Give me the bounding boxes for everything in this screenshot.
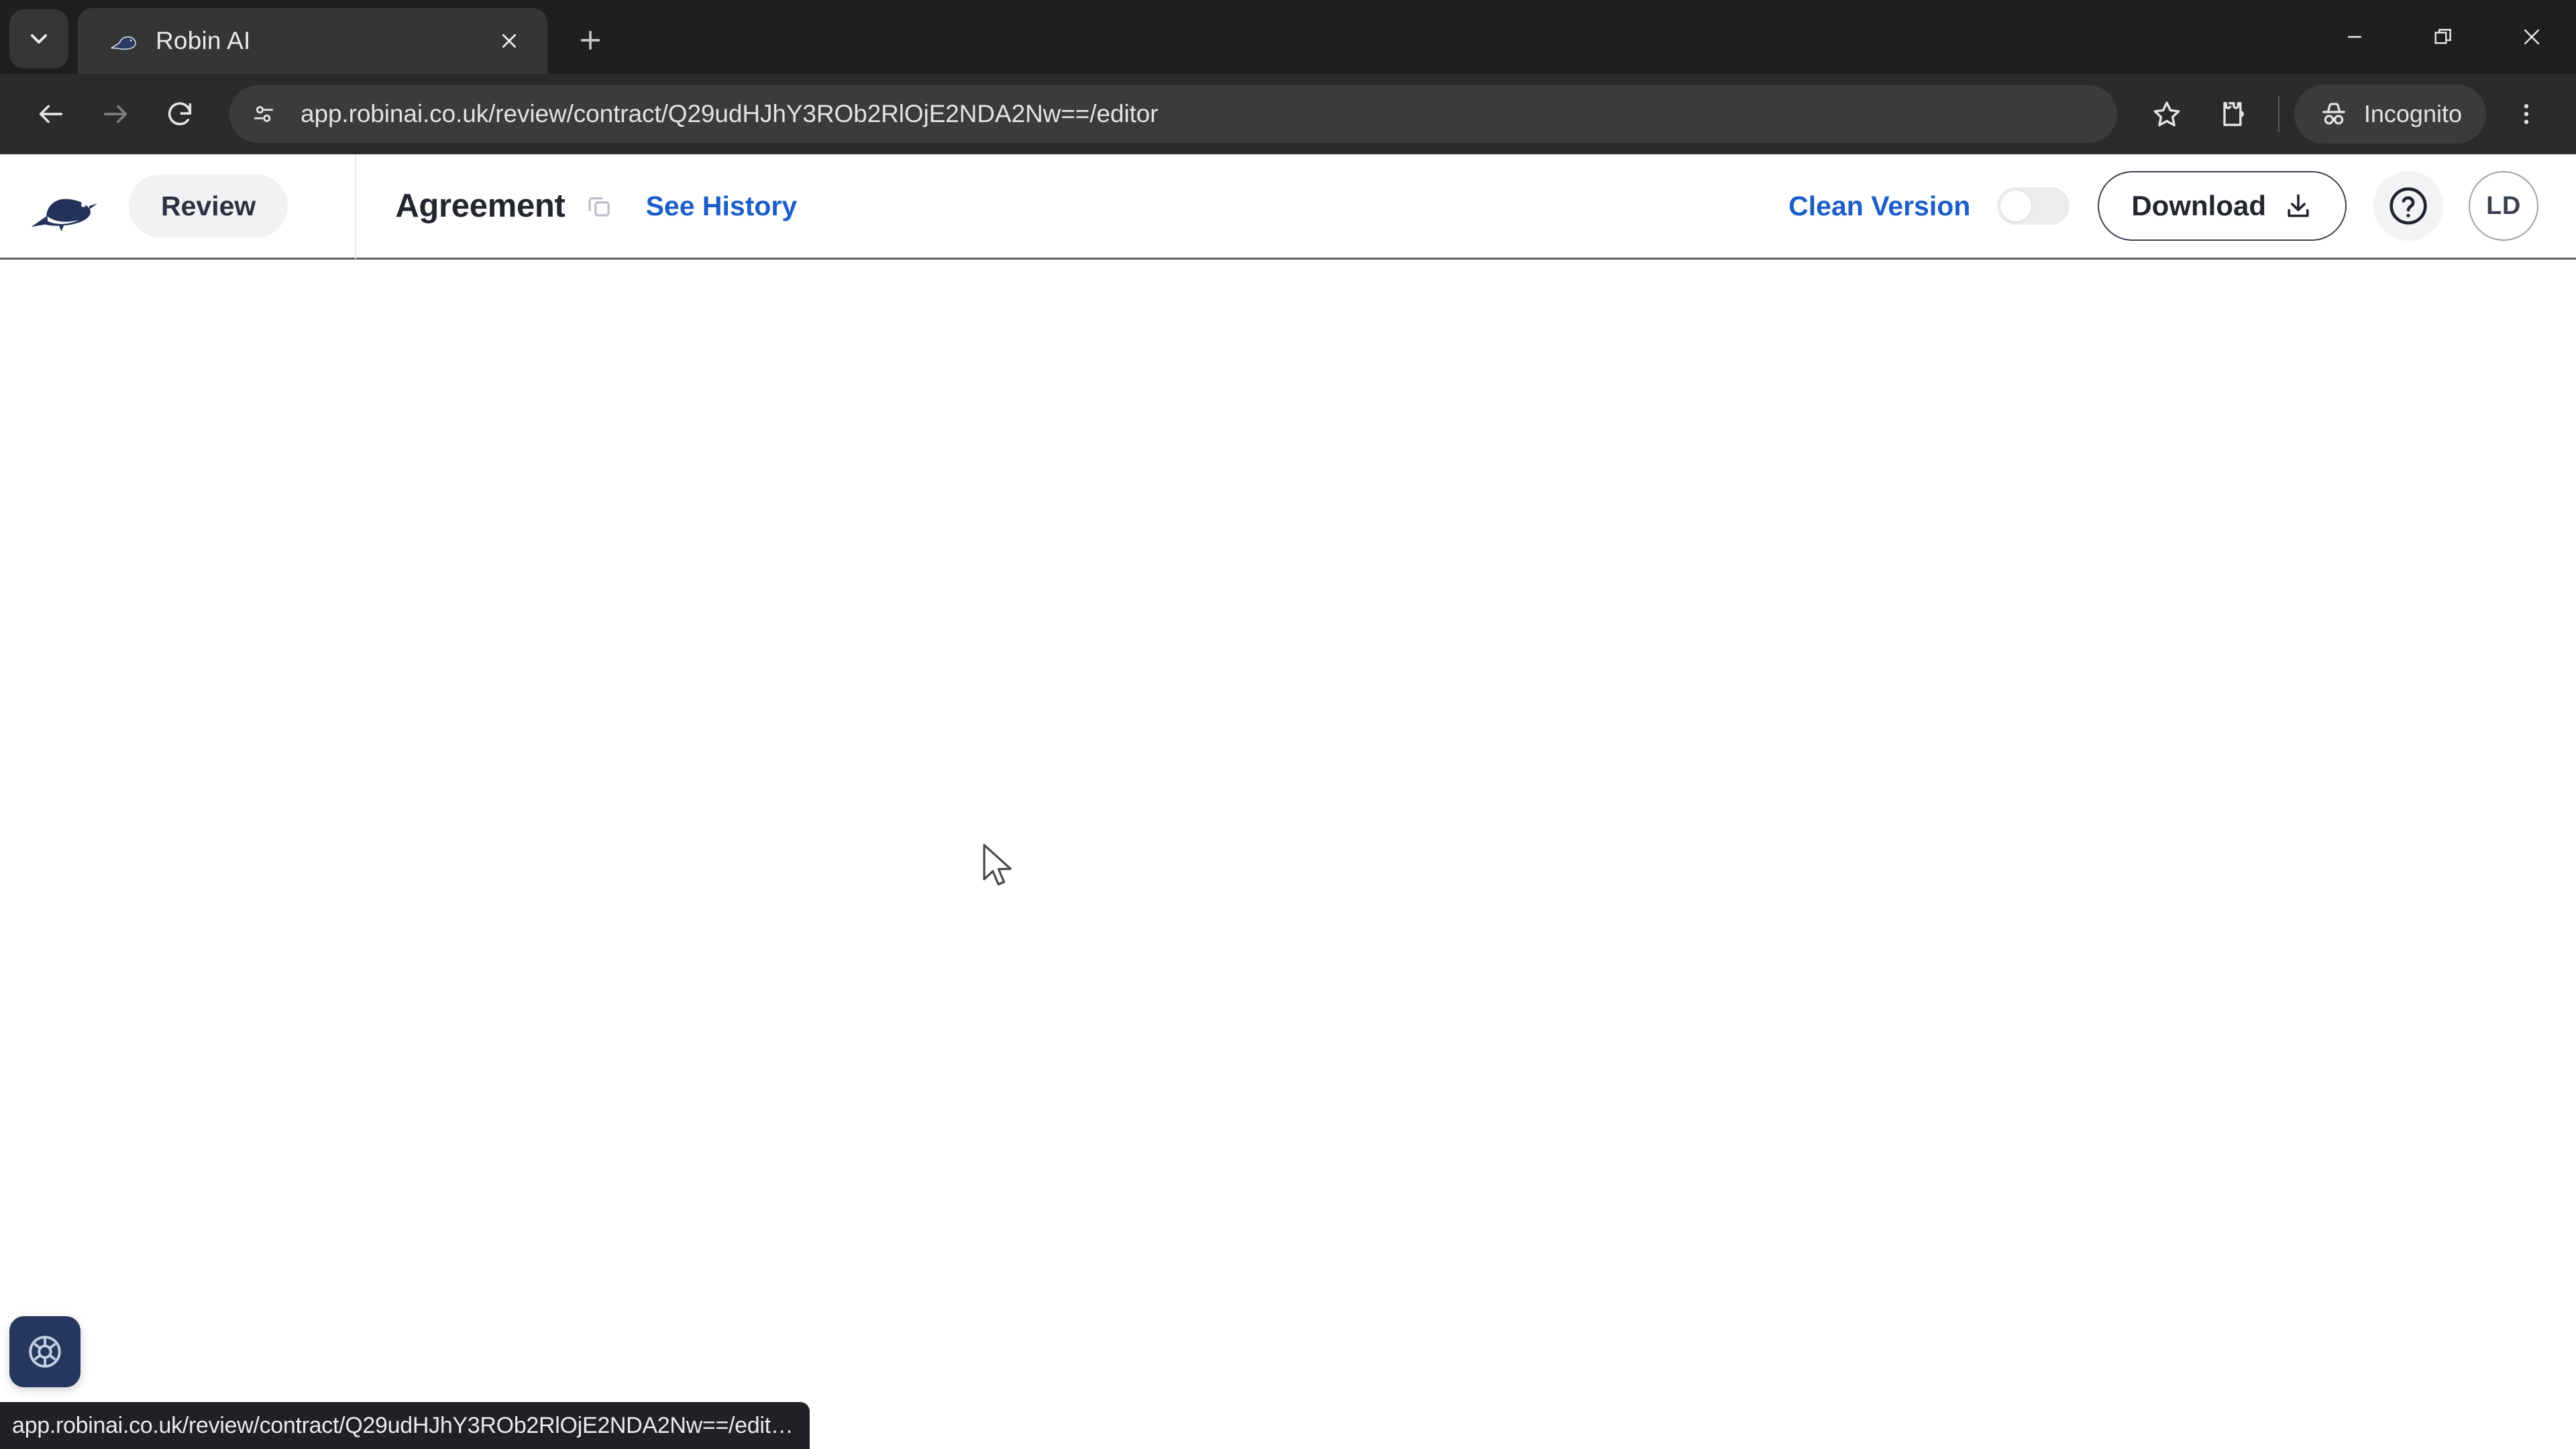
copy-icon [585,192,613,220]
header-divider [355,154,356,259]
download-button-label: Download [2131,190,2266,222]
download-icon [2284,191,2313,221]
tab-search-button[interactable] [9,9,68,68]
address-bar[interactable]: app.robinai.co.uk/review/contract/Q29udH… [229,85,2117,143]
page-title: Agreement [395,187,565,225]
minimize-button[interactable] [2310,0,2399,74]
new-tab-button[interactable] [564,13,617,67]
site-settings-icon [251,101,276,127]
tab-strip: Robin AI [0,0,2576,74]
forward-button[interactable] [83,82,148,146]
bookmark-button[interactable] [2135,82,2199,146]
three-dots-vertical-icon [2513,101,2540,127]
browser-menu-button[interactable] [2496,83,2557,145]
incognito-indicator[interactable]: Incognito [2294,85,2486,144]
restore-window-icon [2432,25,2455,48]
help-button[interactable] [2373,171,2443,241]
see-history-link[interactable]: See History [646,191,798,222]
clean-version-label[interactable]: Clean Version [1788,191,1970,222]
star-icon [2151,99,2182,129]
close-window-icon [2520,25,2543,48]
clean-version-toggle[interactable] [1997,187,2070,225]
page-viewport: Review Agreement See History Clean Versi… [0,154,2576,1449]
minimize-icon [2343,25,2366,48]
toolbar-divider [2278,96,2279,132]
toggle-knob [2000,191,2031,221]
browser-tab-robin-ai[interactable]: Robin AI [78,8,547,74]
reload-icon [164,99,195,129]
arrow-right-icon [100,99,131,129]
close-icon [499,31,519,51]
copy-document-name-button[interactable] [580,187,618,225]
plus-icon [576,26,604,54]
robin-ai-logo-link[interactable] [13,180,114,231]
question-mark-circle-icon [2386,184,2430,228]
browser-toolbar: app.robinai.co.uk/review/contract/Q29udH… [0,74,2576,154]
url-text: app.robinai.co.uk/review/contract/Q29udH… [301,100,2098,128]
maximize-restore-button[interactable] [2399,0,2487,74]
back-button[interactable] [19,82,83,146]
clean-version-group: Clean Version [1788,187,2070,225]
lifebuoy-icon [25,1332,64,1371]
tab-close-button[interactable] [491,23,527,59]
chevron-down-icon [25,25,52,52]
site-settings-button[interactable] [241,92,286,136]
arrow-left-icon [36,99,66,129]
window-controls [2310,0,2576,74]
tab-title: Robin AI [156,27,491,55]
app-header: Review Agreement See History Clean Versi… [0,154,2576,260]
status-bar-text: app.robinai.co.uk/review/contract/Q29udH… [12,1413,794,1439]
close-window-button[interactable] [2487,0,2576,74]
extensions-puzzle-icon [2216,99,2247,129]
incognito-label: Incognito [2364,100,2462,128]
review-button[interactable]: Review [129,174,288,237]
document-canvas[interactable] [0,262,2576,1449]
extensions-button[interactable] [2199,82,2263,146]
avatar[interactable]: LD [2469,171,2538,241]
robin-bird-logo [29,180,99,231]
incognito-hat-icon [2318,99,2349,129]
download-button[interactable]: Download [2098,171,2347,241]
reload-button[interactable] [148,82,212,146]
robin-bird-favicon [107,25,140,57]
document-title-group: Agreement [395,187,617,225]
status-bar: app.robinai.co.uk/review/contract/Q29udH… [0,1402,810,1449]
support-widget-button[interactable] [9,1316,80,1387]
browser-window: Robin AI [0,0,2576,1449]
